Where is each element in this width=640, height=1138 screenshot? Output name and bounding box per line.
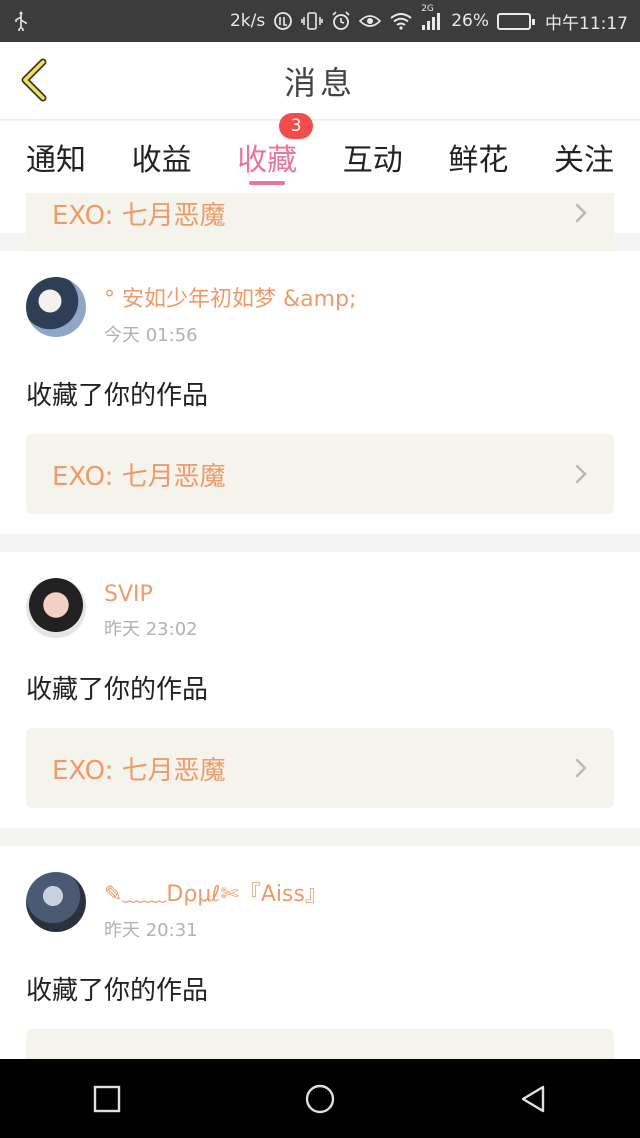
- user-name[interactable]: SVIP: [104, 582, 198, 607]
- avatar[interactable]: [26, 578, 86, 638]
- avatar[interactable]: [26, 872, 86, 932]
- user-row: SVIP 昨天 23:02: [26, 578, 614, 641]
- recent-apps-button[interactable]: [67, 1069, 147, 1129]
- active-tab-indicator: [249, 181, 286, 185]
- action-text: 收藏了你的作品: [26, 976, 209, 1006]
- timestamp: 昨天 20:31: [104, 920, 198, 941]
- avatar[interactable]: [26, 277, 86, 337]
- chevron-right-icon: [575, 464, 587, 484]
- tab-earnings[interactable]: 收益: [120, 121, 204, 193]
- favorite-card: ° 安如少年初如梦 &amp; 今天 01:56 收藏了你的作品 EXO: 七月…: [0, 251, 640, 534]
- signal-icon: 2G: [421, 4, 443, 32]
- tab-label: 通知: [26, 143, 86, 178]
- unread-badge: 3: [279, 113, 314, 139]
- tab-interactions[interactable]: 互动: [331, 121, 415, 193]
- favorite-card: EXO: 七月恶魔: [0, 193, 640, 253]
- tab-flowers[interactable]: 鲜花: [436, 121, 520, 193]
- home-button[interactable]: [280, 1069, 360, 1129]
- battery-percent: 26%: [451, 11, 489, 31]
- user-meta: ✎﹏﹏Dρμℓ✄『Aiss』 昨天 20:31: [104, 872, 327, 942]
- action-text: 收藏了你的作品: [26, 675, 209, 705]
- action-text: 收藏了你的作品: [26, 381, 209, 411]
- favorite-card: SVIP 昨天 23:02 收藏了你的作品 EXO: 七月恶魔: [0, 552, 640, 828]
- timestamp: 昨天 23:02: [104, 619, 198, 640]
- usb-icon: [12, 10, 30, 32]
- header: 消息: [0, 42, 640, 120]
- system-back-button[interactable]: [493, 1069, 573, 1129]
- tab-label: 鲜花: [448, 143, 509, 178]
- tab-favorites[interactable]: 收藏 3: [225, 113, 314, 193]
- tab-label: 收藏: [237, 143, 298, 178]
- vibrate-icon: [301, 10, 324, 32]
- page-title: 消息: [283, 63, 356, 102]
- user-row: ✎﹏﹏Dρμℓ✄『Aiss』 昨天 20:31: [26, 872, 614, 942]
- work-title: EXO: 七月恶魔: [52, 200, 226, 231]
- tab-label: 互动: [342, 143, 403, 178]
- work-link[interactable]: EXO: 七月恶魔: [26, 193, 614, 253]
- network-type: 2G: [421, 4, 434, 14]
- user-row: ° 安如少年初如梦 &amp; 今天 01:56: [26, 277, 614, 347]
- recent-apps-icon: [93, 1085, 120, 1112]
- work-title: EXO: 七月恶魔: [52, 461, 226, 492]
- status-bar: 2k/s 2G 26% 中午11:17: [0, 0, 640, 42]
- app: 2k/s 2G 26% 中午11:17 消息 通知 收益 收藏 3 互动 鲜花 …: [0, 0, 640, 1138]
- tab-following[interactable]: 关注: [542, 121, 626, 193]
- back-button[interactable]: [16, 56, 52, 104]
- favorite-card: ✎﹏﹏Dρμℓ✄『Aiss』 昨天 20:31 收藏了你的作品: [0, 846, 640, 1059]
- wifi-icon: [389, 10, 413, 32]
- work-link[interactable]: EXO: 七月恶魔: [26, 728, 614, 808]
- work-title: EXO: 七月恶魔: [52, 755, 226, 786]
- back-icon: [522, 1085, 545, 1112]
- chevron-left-icon: [21, 58, 47, 102]
- user-name[interactable]: ✎﹏﹏Dρμℓ✄『Aiss』: [104, 876, 327, 908]
- timestamp: 今天 01:56: [104, 325, 198, 346]
- user-meta: SVIP 昨天 23:02: [104, 578, 198, 641]
- work-link[interactable]: EXO: 七月恶魔: [26, 434, 614, 514]
- work-link[interactable]: [26, 1029, 614, 1059]
- chevron-right-icon: [575, 203, 587, 223]
- tab-bar: 通知 收益 收藏 3 互动 鲜花 关注: [0, 113, 640, 193]
- alarm-icon: [331, 10, 351, 32]
- home-icon: [305, 1084, 335, 1113]
- user-meta: ° 安如少年初如梦 &amp; 今天 01:56: [104, 277, 356, 347]
- tab-label: 收益: [131, 143, 192, 178]
- eye-icon: [359, 10, 382, 32]
- network-speed: 2k/s: [229, 11, 266, 31]
- tab-notifications[interactable]: 通知: [14, 121, 98, 193]
- chevron-right-icon: [575, 758, 587, 778]
- clock: 中午11:17: [545, 13, 628, 34]
- volte-icon: [273, 10, 293, 32]
- battery-icon: [497, 12, 535, 30]
- tab-label: 关注: [553, 143, 614, 178]
- system-nav-bar: [0, 1059, 640, 1138]
- user-name[interactable]: ° 安如少年初如梦 &amp;: [104, 281, 356, 313]
- message-feed[interactable]: EXO: 七月恶魔 ° 安如少年初如梦 &amp; 今天 01:56 收藏了你的…: [0, 193, 640, 1059]
